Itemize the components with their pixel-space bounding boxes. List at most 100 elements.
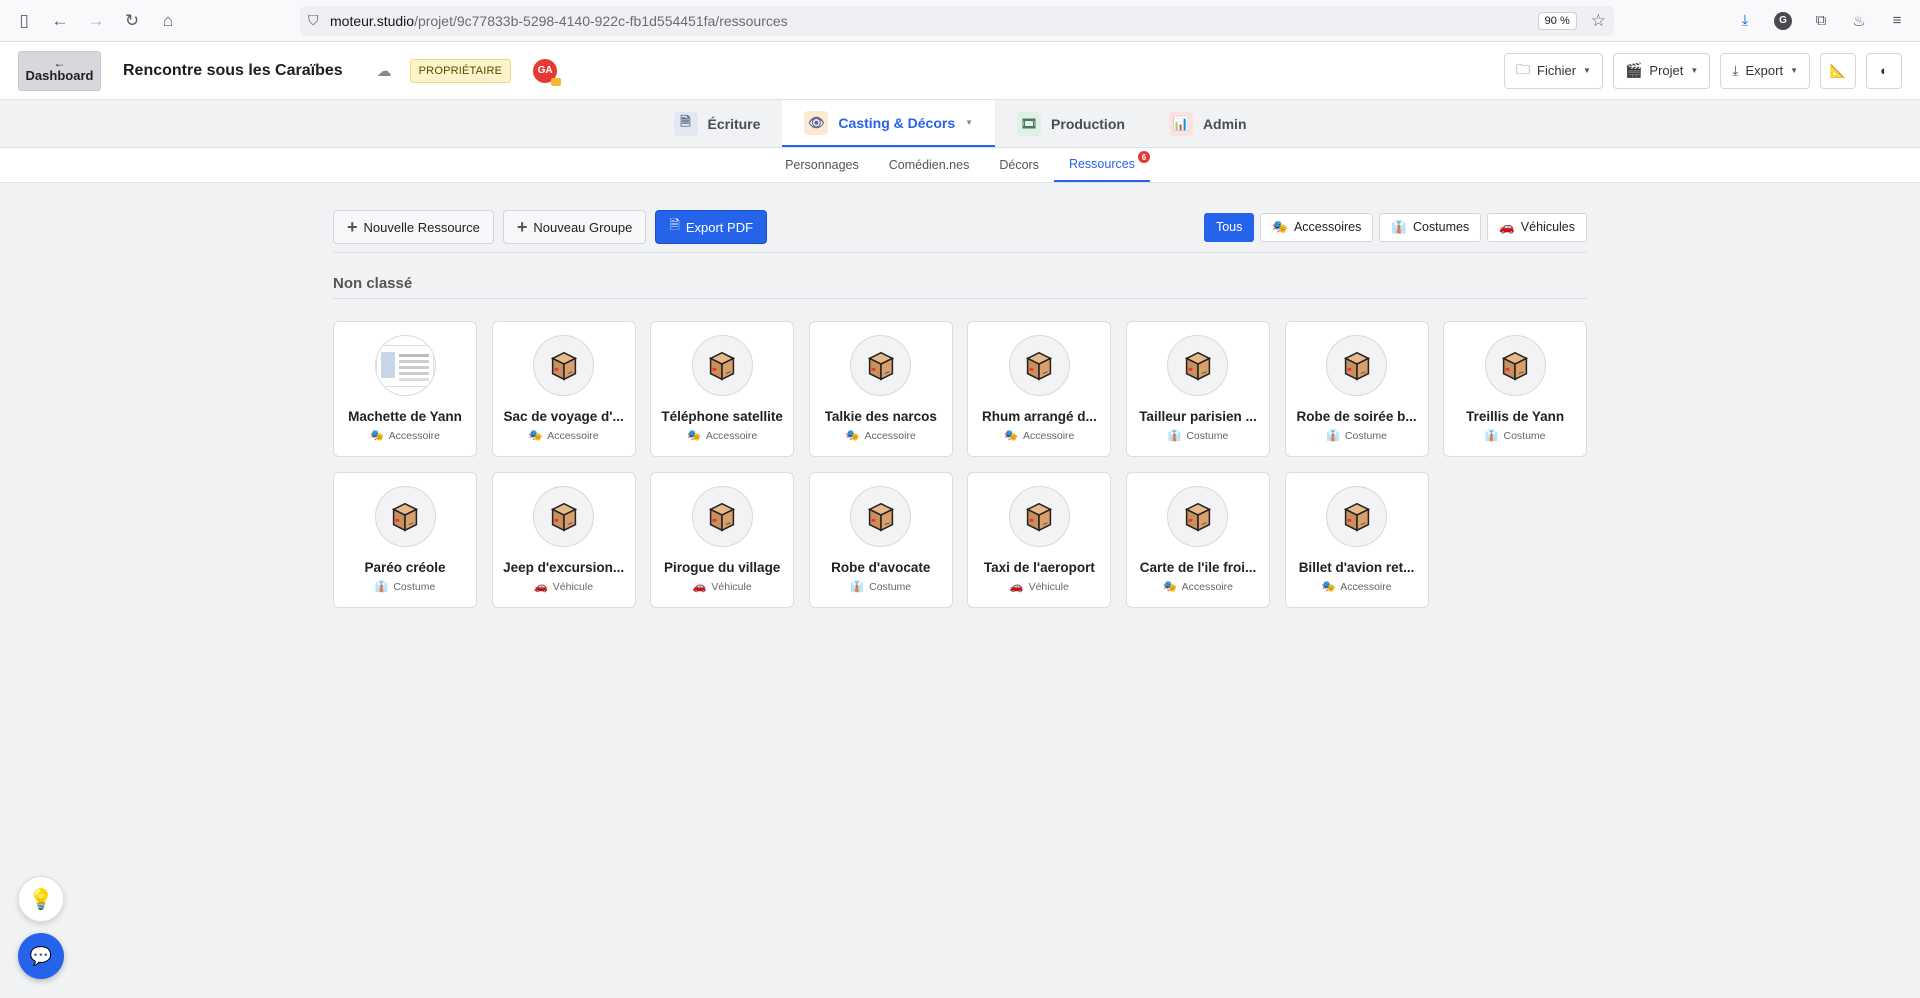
forward-icon[interactable]: → — [82, 7, 110, 35]
resource-card[interactable]: Carte de l'ile froi... 🎭 Accessoire — [1125, 472, 1270, 608]
resource-card[interactable]: Téléphone satellite 🎭 Accessoire — [650, 321, 795, 457]
plus-icon: + — [347, 217, 358, 237]
avatar[interactable]: GA — [533, 58, 562, 86]
resource-card[interactable]: Talkie des narcos 🎭 Accessoire — [808, 321, 953, 457]
resource-card[interactable]: Rhum arrangé d... 🎭 Accessoire — [967, 321, 1112, 457]
subtab-ressources[interactable]: Ressources 6 — [1053, 148, 1150, 182]
plus-icon: + — [516, 217, 528, 237]
resource-name: Treillis de Yann — [1466, 409, 1565, 424]
resource-type: 🎭 Accessoire — [1004, 429, 1074, 443]
subtab-comediens[interactable]: Comédien.nes — [874, 148, 985, 182]
document-icon: 🗎 — [673, 111, 698, 136]
resource-type: 🎭 Accessoire — [687, 429, 757, 443]
resource-name: Talkie des narcos — [824, 409, 937, 424]
resource-card[interactable]: Machette de Yann 🎭 Accessoire — [333, 321, 477, 457]
tab-ecriture[interactable]: 🗎 Écriture — [652, 100, 783, 147]
tab-admin[interactable]: 📊 Admin — [1147, 100, 1269, 147]
resource-name: Téléphone satellite — [661, 409, 783, 424]
subtab-personnages[interactable]: Personnages — [770, 148, 874, 182]
resource-type: 🎭 Accessoire — [370, 429, 441, 443]
resource-type-label: Accessoire — [1181, 580, 1233, 593]
sub-tabs: Personnages Comédien.nes Décors Ressourc… — [0, 148, 1920, 183]
resource-card[interactable]: Tailleur parisien ... 👔 Costume — [1125, 321, 1270, 457]
box-icon — [1008, 335, 1070, 396]
owner-badge: PROPRIÉTAIRE — [409, 58, 512, 83]
resource-type: 🚗 Véhicule — [693, 580, 752, 594]
export-pdf-button[interactable]: 🗎 Export PDF — [655, 210, 768, 244]
menu-icon[interactable]: ≡ — [1884, 8, 1910, 34]
export-menu-button[interactable]: ⤓ Export ▼ — [1720, 52, 1810, 89]
box-icon — [850, 335, 912, 396]
resource-card[interactable]: Sac de voyage d'... 🎭 Accessoire — [491, 321, 636, 457]
export-menu-label: Export — [1745, 63, 1784, 78]
new-group-button[interactable]: + Nouveau Groupe — [502, 210, 647, 244]
file-menu-label: Fichier — [1537, 63, 1577, 78]
resource-name: Taxi de l'aeroport — [983, 560, 1095, 575]
box-icon — [374, 486, 436, 547]
resource-name: Carte de l'ile froi... — [1139, 560, 1257, 575]
tab-production[interactable]: 🎞 Production — [995, 100, 1147, 147]
ruler-button[interactable]: 📐 — [1820, 52, 1856, 89]
folder-icon: 🗀 — [1516, 60, 1531, 77]
resource-card[interactable]: Billet d'avion ret... 🎭 Accessoire — [1284, 472, 1429, 608]
profile-icon[interactable]: G — [1774, 11, 1792, 30]
resource-type-label: Véhicule — [711, 580, 752, 593]
box-icon — [1326, 335, 1388, 396]
resource-type: 👔 Costume — [375, 580, 436, 594]
filter-label: Accessoires — [1293, 220, 1362, 234]
filter-costumes[interactable]: 👔 Costumes — [1379, 212, 1482, 242]
filter-label: Véhicules — [1520, 220, 1575, 234]
clapper-icon: 🎬 — [1624, 62, 1643, 78]
resource-card[interactable]: Treillis de Yann 👔 Costume — [1443, 321, 1588, 457]
resource-type-label: Costume — [1503, 429, 1546, 442]
firefox-flame-icon[interactable]: ♨ — [1846, 8, 1872, 34]
category-icon: 🎭 — [1321, 581, 1336, 593]
project-title: Rencontre sous les Caraïbes — [123, 61, 343, 79]
reload-icon[interactable]: ↻ — [118, 7, 146, 35]
file-menu-button[interactable]: 🗀 Fichier ▼ — [1504, 52, 1603, 89]
subtab-decors[interactable]: Décors — [984, 148, 1054, 182]
suit-icon: 👔 — [1391, 219, 1407, 234]
tab-label: Production — [1051, 115, 1125, 132]
dashboard-button[interactable]: ← Dashboard — [18, 50, 101, 91]
clapper-icon: 🎞 — [1017, 111, 1042, 136]
tab-casting-decors[interactable]: 👁 Casting & Décors ▼ — [782, 100, 996, 147]
filter-vehicules[interactable]: 🚗 Véhicules — [1487, 212, 1587, 242]
zoom-indicator[interactable]: 90 % — [1537, 11, 1577, 30]
back-arrow-icon: ← — [53, 56, 66, 70]
resource-type: 🎭 Accessoire — [1163, 580, 1233, 594]
resource-card[interactable]: Robe de soirée b... 👔 Costume — [1284, 321, 1429, 457]
address-bar[interactable]: ⛉ moteur.studio/projet/9c77833b-5298-414… — [300, 5, 1614, 36]
resource-card[interactable]: Pirogue du village 🚗 Véhicule — [650, 472, 795, 608]
resource-type-label: Accessoire — [864, 429, 916, 442]
theme-toggle-button[interactable]: ◐ — [1866, 52, 1902, 89]
resource-type-label: Accessoire — [1340, 580, 1392, 593]
bookmark-star-icon[interactable]: ☆ — [1591, 11, 1606, 31]
box-icon — [533, 335, 595, 396]
back-icon[interactable]: ← — [46, 7, 74, 35]
project-menu-label: Projet — [1649, 63, 1684, 78]
filter-label: Tous — [1215, 220, 1243, 234]
project-menu-button[interactable]: 🎬 Projet ▼ — [1612, 52, 1711, 89]
box-icon — [1167, 486, 1229, 547]
box-icon — [850, 486, 912, 547]
new-resource-button[interactable]: + Nouvelle Ressource — [333, 210, 494, 244]
avatar-badge-icon — [551, 77, 562, 86]
resource-card[interactable]: Taxi de l'aeroport 🚗 Véhicule — [967, 472, 1112, 608]
extensions-icon[interactable]: ⧉ — [1808, 8, 1834, 34]
filter-accessoires[interactable]: 🎭 Accessoires — [1260, 212, 1374, 242]
tips-button[interactable]: 💡 — [18, 876, 64, 922]
export-pdf-label: Export PDF — [685, 219, 754, 235]
resource-name: Jeep d'excursion... — [503, 560, 625, 575]
resource-type-label: Accessoire — [388, 429, 441, 442]
download-icon[interactable]: ⤓ — [1732, 8, 1758, 34]
resource-card[interactable]: Jeep d'excursion... 🚗 Véhicule — [491, 472, 636, 608]
filter-all[interactable]: Tous — [1203, 212, 1255, 242]
resource-card[interactable]: Robe d'avocate 👔 Costume — [808, 472, 953, 608]
sidebar-toggle-icon[interactable]: ▯ — [10, 7, 38, 35]
chat-icon: 💬 — [29, 945, 53, 966]
resource-card[interactable]: Paréo créole 👔 Costume — [333, 472, 477, 608]
home-icon[interactable]: ⌂ — [154, 7, 182, 35]
chat-button[interactable]: 💬 — [18, 933, 64, 979]
box-icon — [1326, 486, 1388, 547]
